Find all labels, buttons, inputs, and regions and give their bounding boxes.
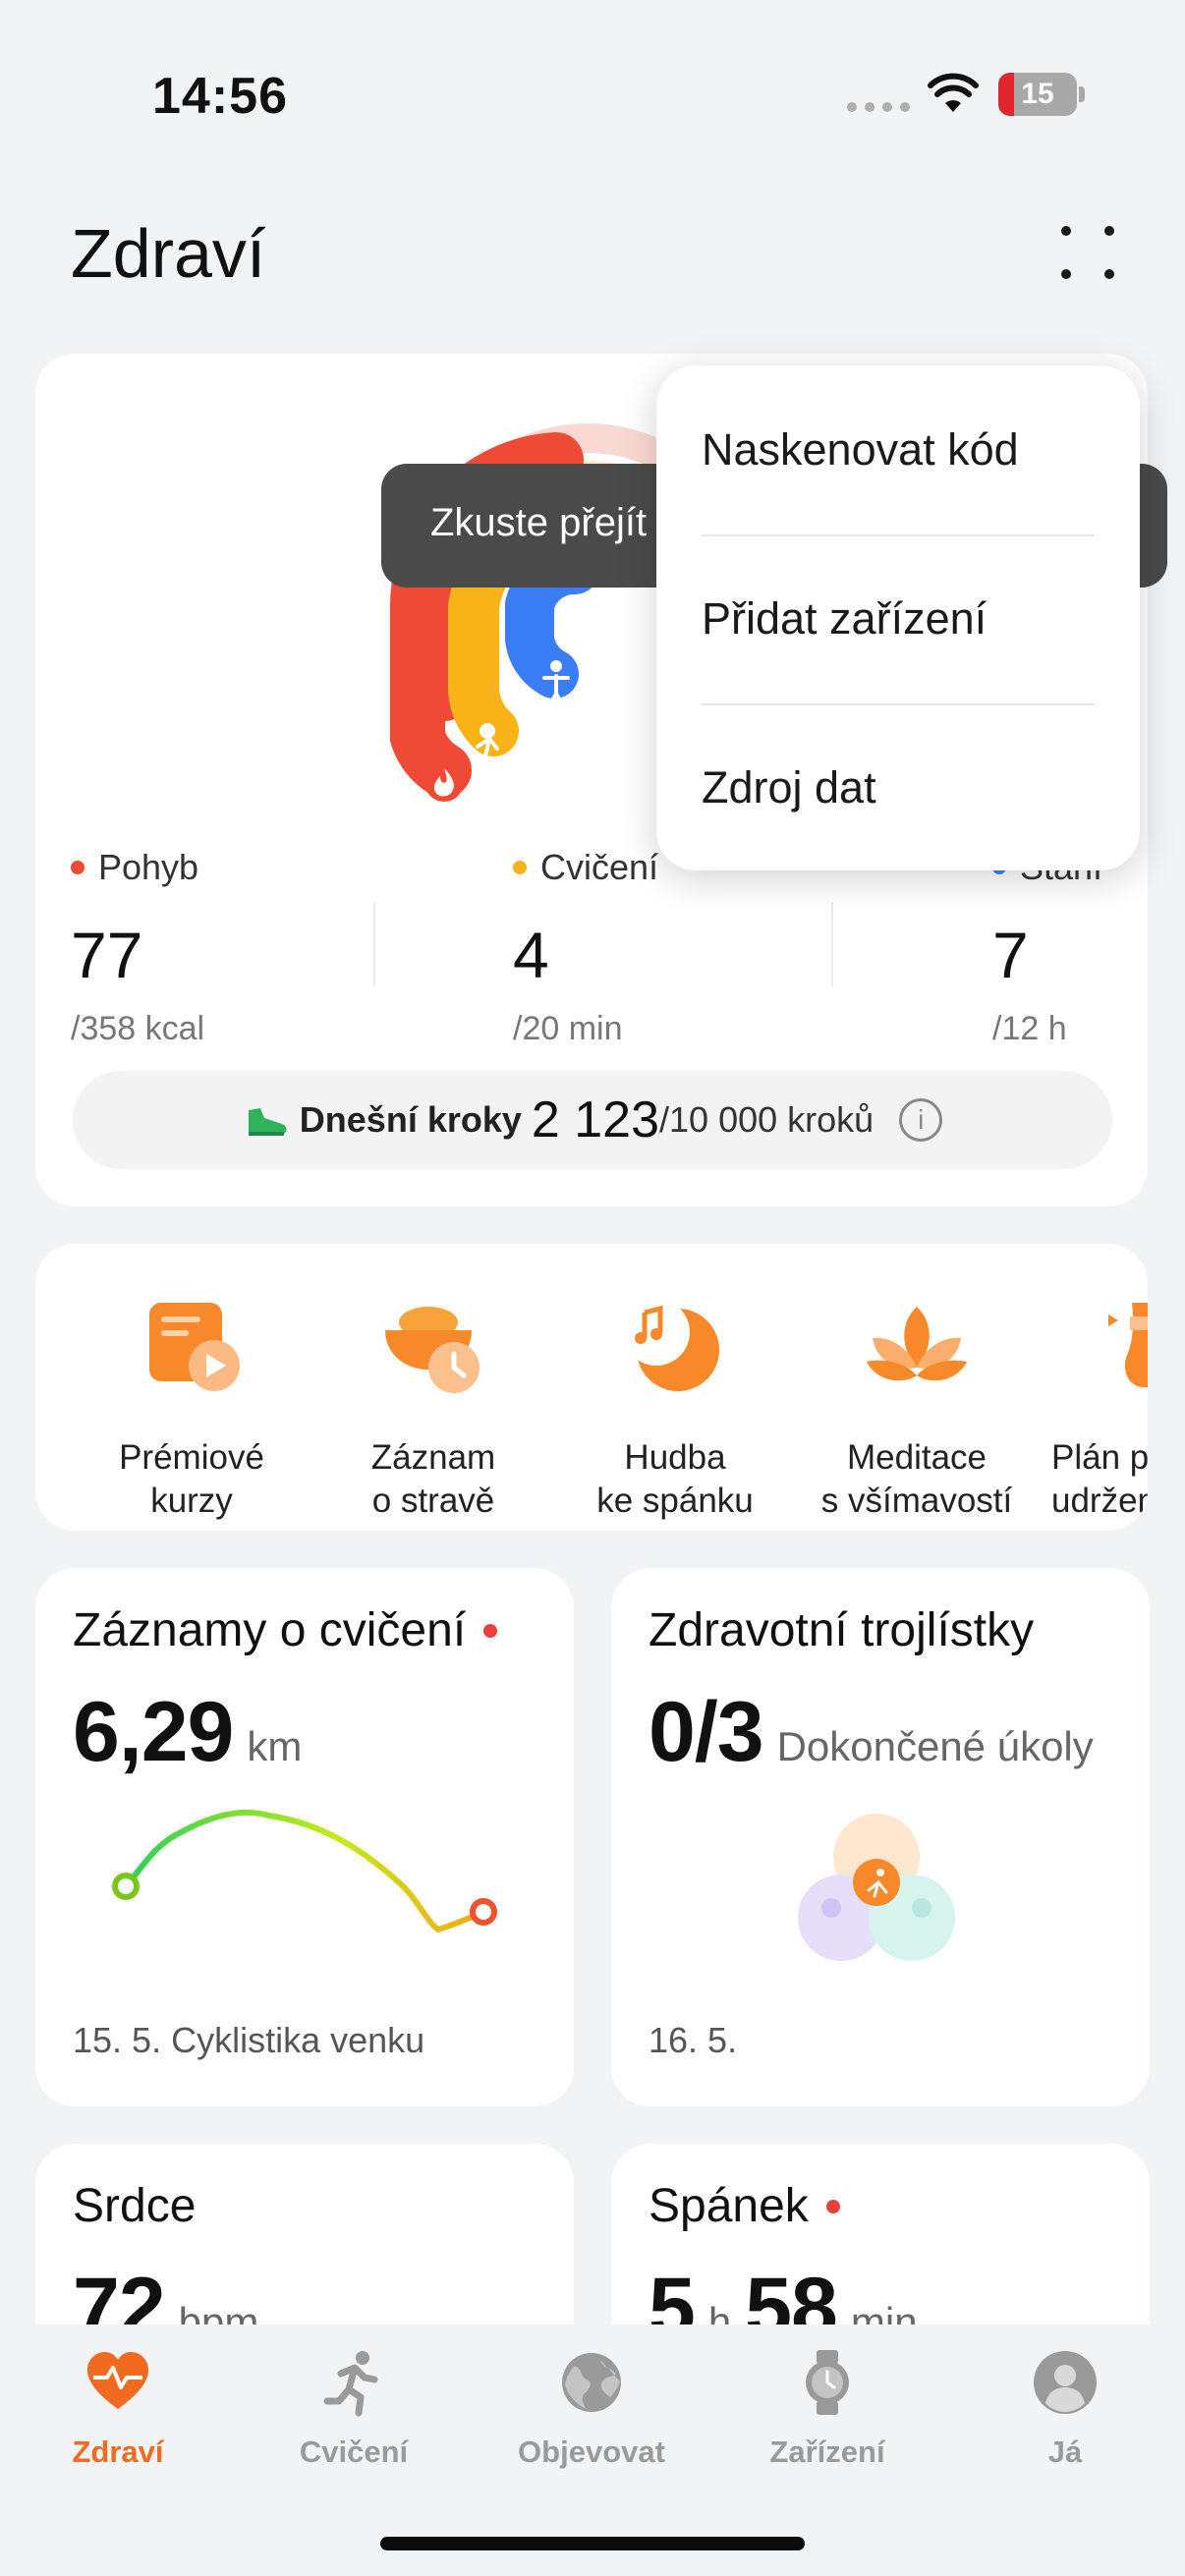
route-end-icon: [470, 1898, 497, 1926]
heart-title: Srdce: [73, 2180, 197, 2232]
status-bar: 14:56 15: [0, 0, 1185, 187]
dot-icon: [1061, 269, 1071, 279]
shortcuts-card: Prémiové kurzy Záznam o stravě Hudba ke spá…: [35, 1244, 1148, 1531]
page-title: Zdraví: [71, 215, 266, 292]
tab-health[interactable]: Zdraví: [20, 2348, 216, 2470]
menu-item-scan-code[interactable]: Naskenovat kód: [702, 365, 1095, 534]
workout-unit: km: [247, 1723, 303, 1769]
runner-small-icon: [480, 723, 495, 739]
metric-exercise: Cvičení 4 /20 min: [513, 847, 659, 1047]
trefoil-icon: [798, 1814, 955, 1961]
workout-distance: 6,29: [73, 1685, 234, 1779]
tab-discover[interactable]: Objevovat: [493, 2348, 690, 2470]
body-plan-icon: [1108, 1303, 1148, 1387]
meal-log-icon: [385, 1307, 480, 1393]
steps-value: 2 123: [531, 1092, 660, 1148]
shoe-icon: [248, 1108, 287, 1136]
exercise-value: 4: [513, 919, 549, 991]
menu-item-add-device[interactable]: Přidat zařízení: [702, 534, 1095, 703]
status-time: 14:56: [152, 68, 288, 125]
profile-icon: [1034, 2351, 1097, 2414]
more-options-menu: Naskenovat kód Přidat zařízení Zdroj dat: [656, 365, 1140, 870]
home-indicator[interactable]: [380, 2537, 805, 2550]
steps-label: Dnešní kroky: [299, 1099, 522, 1140]
exercise-target: /20 min: [513, 1010, 623, 1047]
notification-dot-icon: [483, 1623, 498, 1638]
globe-icon: [562, 2353, 621, 2412]
video-course-icon: [149, 1303, 240, 1391]
exercise-dot-icon: [513, 861, 527, 874]
divider: [831, 902, 833, 986]
battery-icon: 15: [998, 73, 1077, 116]
dot-icon: [1104, 226, 1114, 236]
wifi-icon: [928, 73, 979, 112]
stand-person-icon: [550, 660, 562, 672]
more-options-button[interactable]: [1053, 218, 1122, 287]
divider: [373, 902, 375, 986]
info-icon[interactable]: i: [899, 1098, 943, 1142]
menu-item-data-source[interactable]: Zdroj dat: [702, 703, 1095, 872]
workout-records-card[interactable]: Záznamy o cvičení 6,29 km 15. 5. Cyklisti…: [35, 1568, 574, 2106]
metric-move: Pohyb 77 /358 kcal: [71, 847, 205, 1047]
workout-footer: 15. 5. Cyklistika venku: [73, 2020, 425, 2060]
lotus-icon: [867, 1307, 967, 1381]
stand-value: 7: [992, 919, 1029, 991]
route-start-icon: [112, 1873, 140, 1900]
heart-pulse-icon: [87, 2352, 148, 2409]
sleep-music-icon: [623, 1299, 719, 1391]
cellular-signal-icon: [847, 102, 910, 112]
notification-dot-icon: [825, 2199, 840, 2213]
trefoil-footer: 16. 5.: [649, 2020, 738, 2060]
sleep-title: Spánek: [649, 2180, 809, 2232]
watch-icon: [806, 2350, 849, 2415]
trefoil-unit: Dokončené úkoly: [776, 1723, 1094, 1769]
runner-icon: [323, 2351, 378, 2417]
move-value: 77: [71, 919, 143, 991]
tab-devices[interactable]: Zařízení: [729, 2348, 926, 2470]
steps-goal: /10 000 kroků: [659, 1099, 875, 1140]
trefoil-progress: 0/3: [649, 1685, 764, 1779]
tab-me[interactable]: Já: [967, 2348, 1163, 2470]
route-map: [112, 1809, 497, 1933]
trefoil-title: Zdravotní trojlístky: [649, 1604, 1035, 1656]
metric-stand: Stání 7 /12 h: [992, 847, 1102, 1048]
steps-pill[interactable]: Dnešní kroky 2 123/10 000 kroků i: [73, 1071, 1112, 1169]
workout-title: Záznamy o cvičení: [73, 1604, 467, 1656]
dot-icon: [1104, 269, 1114, 279]
stand-target: /12 h: [992, 1010, 1067, 1047]
dot-icon: [1061, 226, 1071, 236]
battery-level: 15: [1021, 78, 1054, 110]
move-target: /358 kcal: [71, 1010, 205, 1047]
move-dot-icon: [71, 861, 85, 874]
health-trefoil-card[interactable]: Zdravotní trojlístky 0/3 Dokončené úkoly …: [611, 1568, 1150, 2106]
tab-exercise[interactable]: Cvičení: [255, 2348, 452, 2470]
